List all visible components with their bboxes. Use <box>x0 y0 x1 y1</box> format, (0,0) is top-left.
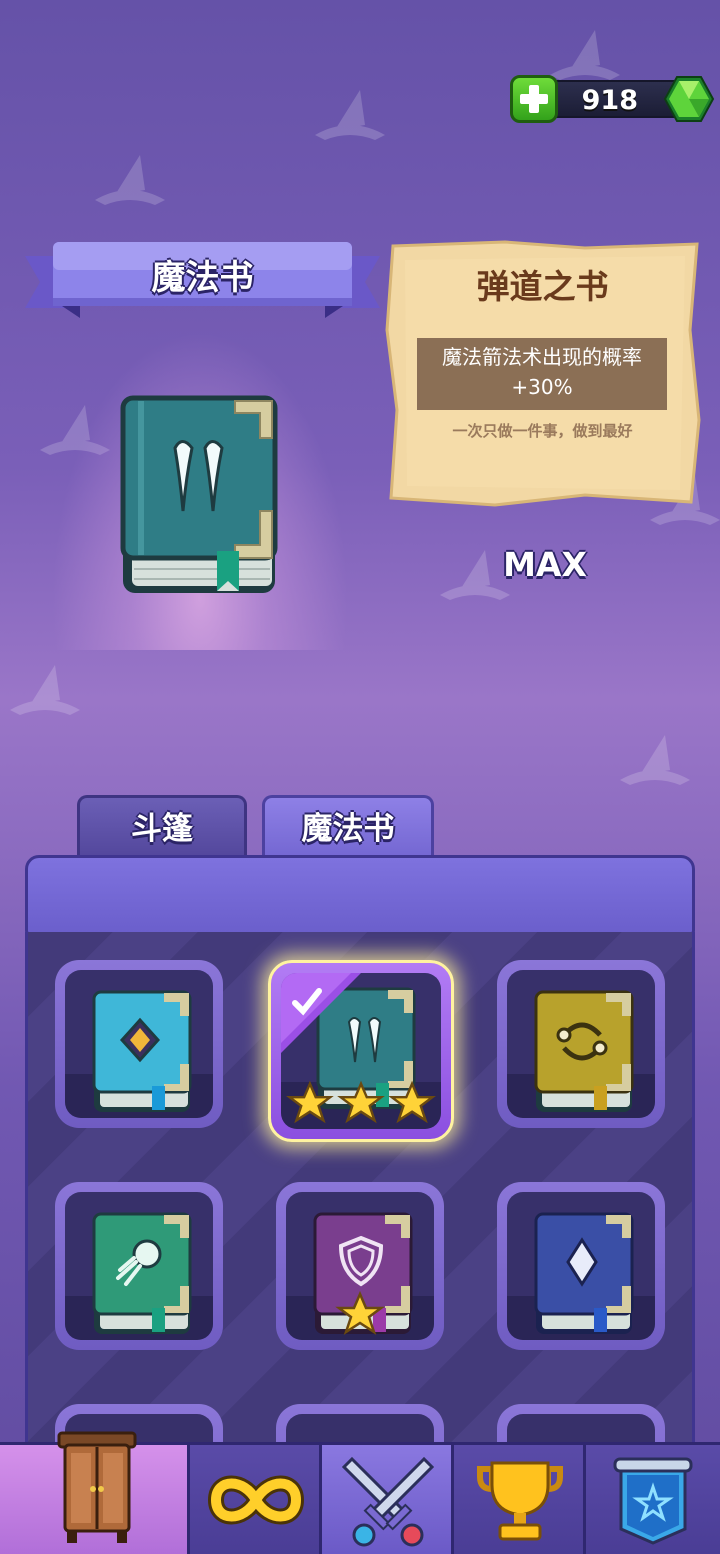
green-gem-icon <box>663 76 715 122</box>
book-slot-swap[interactable] <box>497 960 665 1128</box>
tab-label: 魔法书 <box>301 811 395 847</box>
nav-guild[interactable] <box>586 1445 720 1554</box>
selected-book-icon <box>120 395 278 593</box>
add-gems-button[interactable] <box>510 75 558 123</box>
book-effect-value: +30% <box>511 375 573 399</box>
nav-endless[interactable] <box>190 1445 322 1554</box>
book-flavor-text: 一次只做一件事，做到最好 <box>452 422 633 440</box>
inventory-panel-header <box>25 855 695 935</box>
gem-counter: 918 <box>510 75 715 123</box>
book-level-label: MAX <box>503 545 587 584</box>
plus-icon <box>520 85 548 113</box>
wardrobe-icon <box>57 1431 137 1543</box>
nav-battle[interactable] <box>322 1445 454 1554</box>
crossed-swords-icon <box>342 1456 434 1547</box>
tab-label: 斗篷 <box>131 811 193 847</box>
comet-book-icon <box>92 1212 192 1334</box>
book-slot-crystal[interactable] <box>497 1182 665 1350</box>
book-effect-text: 魔法箭法术出现的概率 <box>442 345 642 369</box>
background-hat-icon <box>620 735 690 785</box>
nav-wardrobe[interactable] <box>0 1431 190 1554</box>
book-detail-card: 弹道之书 魔法箭法术出现的概率 +30% 一次只做一件事，做到最好 <box>385 240 705 510</box>
swap-book-icon <box>534 990 634 1112</box>
book-effect-box: 魔法箭法术出现的概率 +30% <box>417 338 667 410</box>
nav-rankings[interactable] <box>454 1445 586 1554</box>
gem-amount: 918 <box>581 85 638 116</box>
book-name: 弹道之书 <box>476 267 609 306</box>
tab-spellbooks[interactable]: 魔法书 <box>262 795 434 857</box>
diamond-book-icon <box>92 990 192 1112</box>
background-hat-icon <box>10 665 80 715</box>
book-slot-comet[interactable] <box>55 1182 223 1350</box>
infinity-icon <box>208 1475 304 1525</box>
book-slot-shield[interactable] <box>276 1182 444 1350</box>
crystal-book-icon <box>534 1212 634 1334</box>
banner-icon <box>613 1457 693 1545</box>
background-hat-icon <box>315 90 385 140</box>
tab-cloaks[interactable]: 斗篷 <box>77 795 247 857</box>
equipped-check-icon <box>281 973 361 1053</box>
book-slot-arrows[interactable] <box>268 960 454 1142</box>
bottom-navigation <box>0 1431 720 1554</box>
book-slot-diamond[interactable] <box>55 960 223 1128</box>
trophy-icon <box>477 1461 563 1541</box>
page-title: 魔法书 <box>151 258 254 298</box>
background-hat-icon <box>95 155 165 205</box>
one-star-rating <box>335 1290 385 1335</box>
three-stars-rating <box>286 1080 436 1124</box>
